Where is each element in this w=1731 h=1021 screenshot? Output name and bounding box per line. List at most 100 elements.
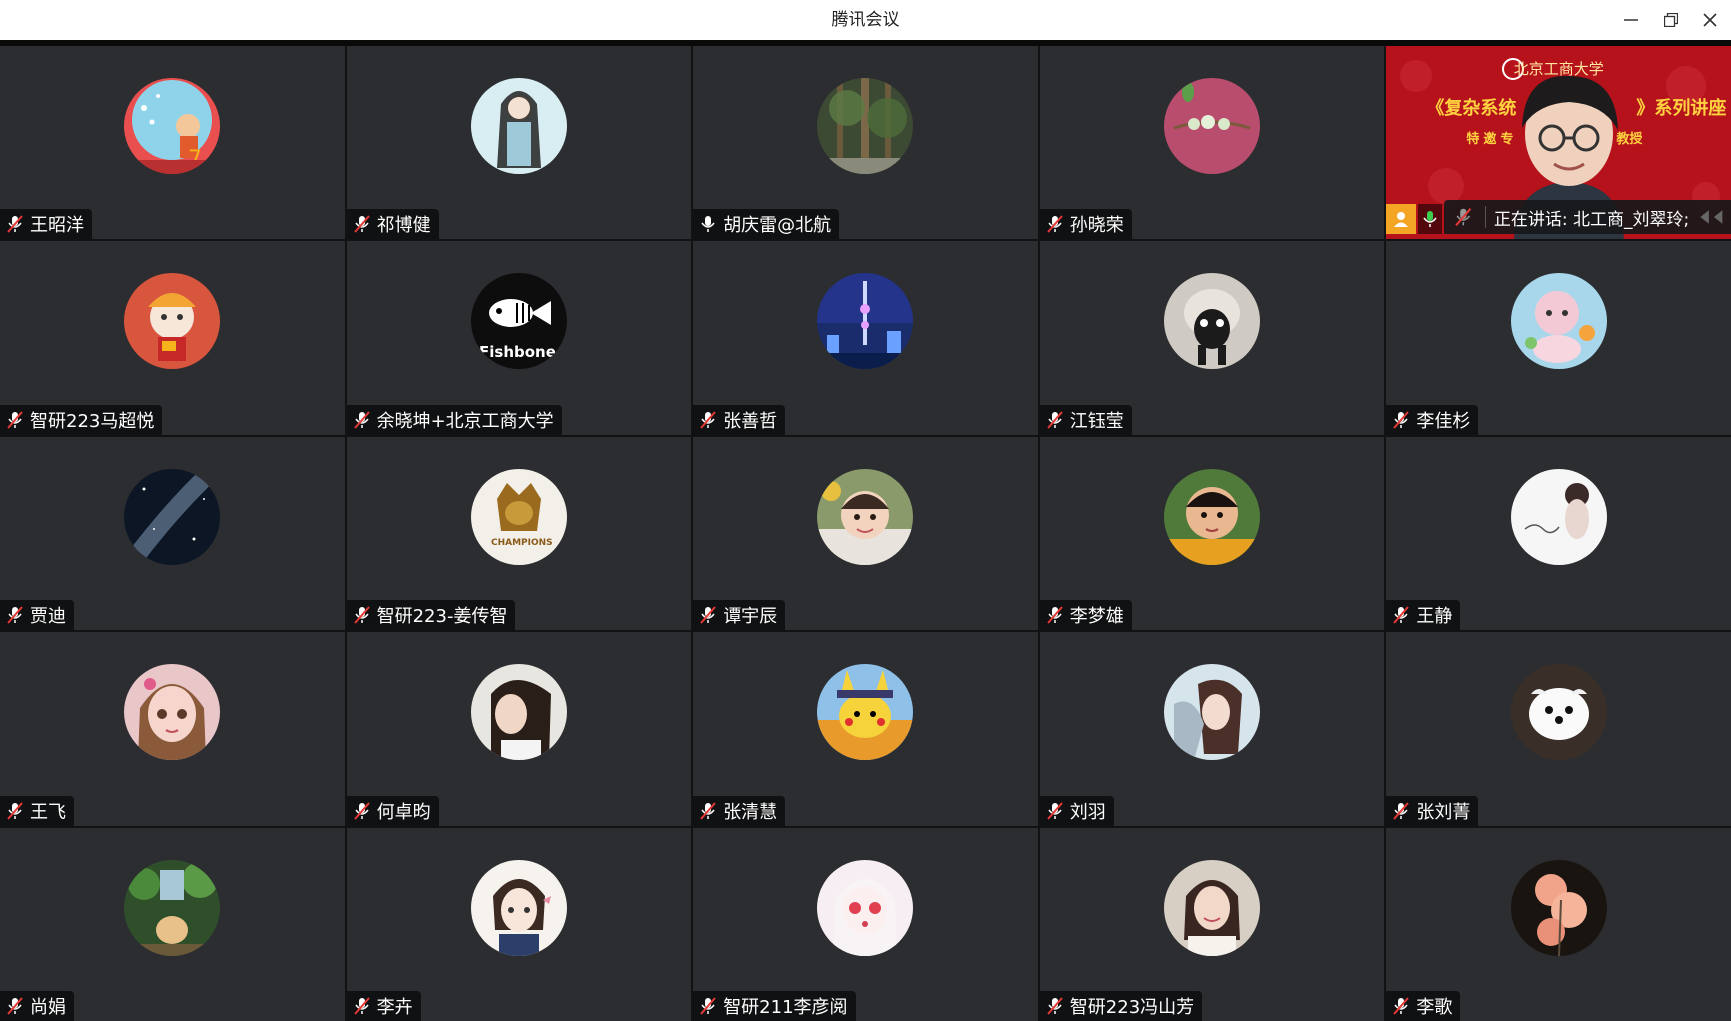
participant-tile[interactable]: 胡庆雷@北航 xyxy=(693,46,1038,240)
mic-muted-icon xyxy=(353,997,370,1015)
participant-tile[interactable]: 李歌 xyxy=(1386,827,1731,1021)
avatar-fishbone-text: Fishbone xyxy=(479,343,556,361)
participant-tile[interactable]: Fishbone 余晓坤+北京工商大学 xyxy=(346,241,692,435)
speaking-indicator: 正在讲话: 北工商_刘翠玲; xyxy=(1444,200,1731,234)
avatar xyxy=(817,78,914,174)
mic-muted-icon xyxy=(353,606,370,624)
participant-name: 刘羽 xyxy=(1069,801,1106,823)
participant-tile[interactable]: 刘羽 xyxy=(1039,632,1385,826)
mic-muted-icon xyxy=(7,411,23,429)
participant-name: 张善哲 xyxy=(723,410,778,432)
participant-tile[interactable]: 张刘菁 xyxy=(1386,632,1731,826)
mic-muted-icon xyxy=(700,801,716,820)
close-icon xyxy=(1703,13,1717,27)
active-speaker-video[interactable]: 北京工商大学 《复杂系统 》系列讲座 特邀专 教授 正在讲话: 北工商_刘翠玲; xyxy=(1386,46,1731,240)
restore-icon xyxy=(1664,13,1678,27)
participant-tile[interactable]: 智研223马超悦 xyxy=(0,241,345,435)
participant-name: 李歌 xyxy=(1416,996,1453,1018)
separator xyxy=(1484,206,1486,228)
participant-grid: 7 王昭洋 祁博健 胡庆雷@北航 孙晓荣 北京工商大学 《复杂系统 》系列讲座 … xyxy=(0,46,1731,1021)
avatar xyxy=(1164,468,1261,565)
participant-name: 张刘菁 xyxy=(1416,801,1471,823)
mic-muted-icon xyxy=(353,215,370,234)
participant-tile[interactable]: 7 王昭洋 xyxy=(0,46,345,240)
minimize-icon xyxy=(1624,19,1638,21)
participant-name: 余晓坤+北京工商大学 xyxy=(376,410,554,432)
avatar xyxy=(1510,859,1607,956)
participant-name: 尚娟 xyxy=(30,996,66,1018)
avatar xyxy=(1164,664,1261,761)
mic-muted-icon[interactable] xyxy=(1454,206,1473,228)
mic-muted-icon xyxy=(1047,606,1063,624)
mic-muted-icon xyxy=(7,606,23,624)
avatar xyxy=(817,468,914,565)
participant-tile[interactable]: 张清慧 xyxy=(693,632,1038,826)
participant-name: 谭宇辰 xyxy=(723,606,778,628)
close-button[interactable] xyxy=(1690,0,1730,40)
avatar xyxy=(1510,468,1607,565)
mic-muted-icon xyxy=(1393,801,1410,820)
banner-title-end: 》系列讲座 xyxy=(1636,98,1727,119)
mic-muted-icon xyxy=(7,215,23,234)
avatar xyxy=(817,273,914,370)
participant-tile[interactable]: 孙晓荣 xyxy=(1039,46,1385,240)
mic-muted-icon xyxy=(7,801,23,820)
speaking-text: 正在讲话: 北工商_刘翠玲; xyxy=(1493,209,1690,230)
participant-name: 贾迪 xyxy=(30,606,66,628)
participant-name: 何卓昀 xyxy=(376,801,431,823)
participant-tile[interactable]: 谭宇辰 xyxy=(693,436,1038,631)
avatar: CHAMPIONS xyxy=(470,468,567,565)
avatar xyxy=(470,78,567,174)
participant-tile[interactable]: 李梦雄 xyxy=(1039,436,1385,631)
participant-tile[interactable]: 张善哲 xyxy=(693,241,1038,435)
participant-name: 智研223马超悦 xyxy=(30,410,155,432)
mic-muted-icon xyxy=(7,997,23,1015)
avatar xyxy=(470,664,567,761)
mic-speaking-icon xyxy=(1418,204,1443,234)
participant-tile[interactable]: 王飞 xyxy=(0,632,345,826)
participant-name: 李佳杉 xyxy=(1416,410,1471,432)
participant-tile[interactable]: 李佳杉 xyxy=(1386,241,1731,435)
restore-button[interactable] xyxy=(1651,0,1691,40)
participant-tile[interactable]: 智研223冯山芳 xyxy=(1039,827,1385,1021)
participant-name: 胡庆雷@北航 xyxy=(723,215,832,237)
participant-name: 祁博健 xyxy=(376,215,431,237)
participant-tile[interactable]: 李卉 xyxy=(346,827,692,1021)
collapse-arrows-icon[interactable] xyxy=(1697,205,1731,229)
participant-tile[interactable]: 祁博健 xyxy=(346,46,692,240)
avatar xyxy=(1164,859,1261,956)
participant-tile[interactable]: 尚娟 xyxy=(0,827,345,1021)
participant-name: 智研223冯山芳 xyxy=(1069,996,1195,1018)
mic-muted-icon xyxy=(353,801,370,820)
mic-muted-icon xyxy=(1393,411,1410,429)
participant-name: 王昭洋 xyxy=(30,215,84,237)
participant-tile[interactable]: 何卓昀 xyxy=(346,632,692,826)
participant-tile[interactable]: 江钰莹 xyxy=(1039,241,1385,435)
avatar xyxy=(817,859,914,956)
mic-on-icon xyxy=(701,216,715,233)
mic-muted-icon xyxy=(1047,997,1063,1015)
minimize-button[interactable] xyxy=(1611,0,1651,40)
avatar xyxy=(124,273,221,370)
participant-name: 李卉 xyxy=(376,996,413,1018)
participant-tile[interactable]: 贾迪 xyxy=(0,436,345,631)
mic-muted-icon xyxy=(1047,215,1063,234)
participant-name: 孙晓荣 xyxy=(1069,215,1124,237)
mic-muted-icon xyxy=(700,411,716,429)
mic-muted-icon xyxy=(700,606,716,624)
participant-name: 智研223-姜传智 xyxy=(376,606,508,628)
mic-muted-icon xyxy=(1047,801,1063,820)
participant-tile[interactable]: CHAMPIONS 智研223-姜传智 xyxy=(346,436,692,631)
participant-tile[interactable]: 王静 xyxy=(1386,436,1731,631)
window-title: 腾讯会议 xyxy=(831,10,900,30)
title-bar: 腾讯会议 xyxy=(0,0,1731,41)
avatar xyxy=(1510,664,1607,761)
participant-name: 张清慧 xyxy=(723,801,778,823)
avatar xyxy=(1510,273,1607,370)
participant-name: 李梦雄 xyxy=(1069,606,1124,628)
avatar xyxy=(817,664,914,761)
mic-muted-icon xyxy=(1047,411,1063,429)
participant-tile[interactable]: 智研211李彦阅 xyxy=(693,827,1038,1021)
avatar xyxy=(470,859,567,956)
participant-name: 江钰莹 xyxy=(1069,410,1124,432)
